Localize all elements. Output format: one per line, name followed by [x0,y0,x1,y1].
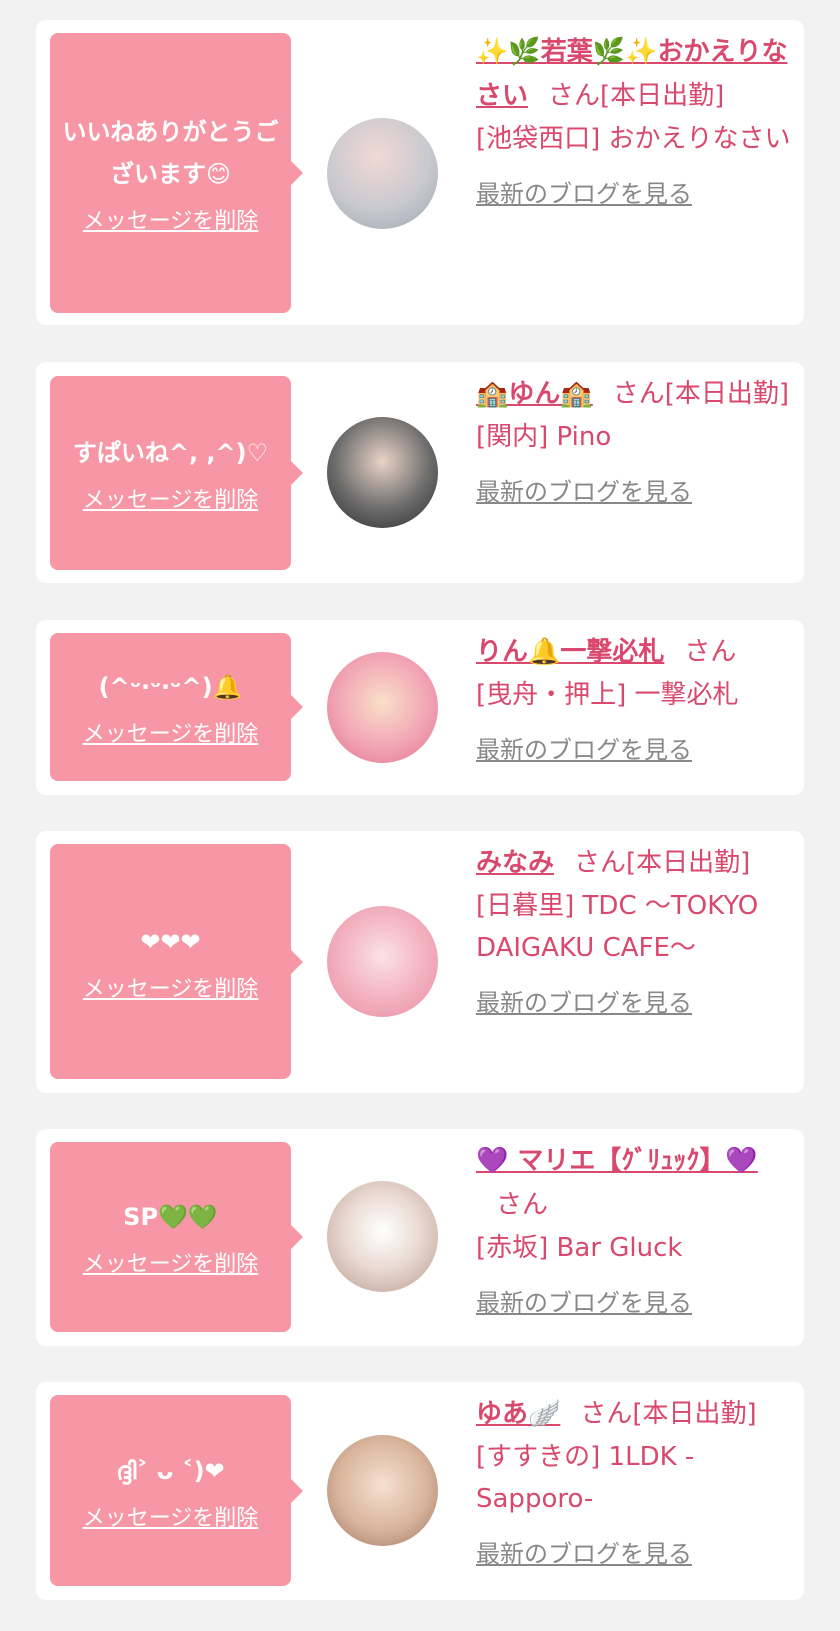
message-bubble: ❤❤❤ メッセージを削除 [50,844,303,1079]
shop-name: [池袋西口] おかえりなさい [476,124,791,154]
delete-message-link[interactable]: メッセージを削除 [83,716,259,748]
latest-blog-link[interactable]: 最新のブログを見る [476,983,692,1018]
avatar[interactable] [327,652,438,763]
message-bubble: すぱいね^, ,^)♡ メッセージを削除 [50,376,303,570]
shop-name: [曳舟・押上] 一撃必札 [476,680,739,710]
list-item: いいねありがとうございます😊 メッセージを削除 ✨🌿若葉🌿✨おかえりなさい さん[… [36,20,804,325]
message-text: (^ᵕ‧ᵕ‧ᵕ^)🔔 [98,673,243,701]
message-bubble: (^ᵕ‧ᵕ‧ᵕ^)🔔 メッセージを削除 [50,633,303,781]
message-bubble: いいねありがとうございます😊 メッセージを削除 [50,33,303,313]
list-item: ❤❤❤ メッセージを削除 みなみ さん[本日出勤] [日暮里] TDC 〜TOKY… [36,831,804,1093]
user-name-link[interactable]: 💜 マリエ【ｸﾞﾘｭｯｸ】💜 [476,1146,758,1176]
user-info: みなみ さん[本日出勤] [日暮里] TDC 〜TOKYO DAIGAKU CAF… [476,841,796,1018]
user-info: りん🔔一撃必札 さん [曳舟・押上] 一撃必札 最新のブログを見る [476,630,796,765]
name-line: みなみ さん[本日出勤] [476,841,796,885]
message-text: ❤❤❤ [140,927,201,956]
shop-name: [赤坂] Bar Gluck [476,1233,683,1263]
user-info: 🏫ゆん🏫 さん[本日出勤] [関内] Pino 最新のブログを見る [476,372,796,507]
user-name-link[interactable]: 🏫ゆん🏫 [476,379,593,409]
name-line: ゆあ🪽 さん[本日出勤] [476,1392,796,1436]
delete-message-link[interactable]: メッセージを削除 [83,1500,259,1532]
user-status: さん[本日出勤] [580,1399,757,1429]
list-item: (^ᵕ‧ᵕ‧ᵕ^)🔔 メッセージを削除 りん🔔一撃必札 さん [曳舟・押上] 一撃… [36,620,804,795]
name-line: りん🔔一撃必札 さん [476,630,796,674]
list-item: すぱいね^, ,^)♡ メッセージを削除 🏫ゆん🏫 さん[本日出勤] [関内] P… [36,362,804,583]
list-item: SP💚💚 メッセージを削除 💜 マリエ【ｸﾞﾘｭｯｸ】💜 さん [赤坂] Bar … [36,1129,804,1346]
message-text: ദ്ദി˃ ᴗ ˂)❤ [116,1456,225,1485]
user-status: さん[本日出勤] [612,379,790,409]
latest-blog-link[interactable]: 最新のブログを見る [476,472,692,507]
delete-message-link[interactable]: メッセージを削除 [83,203,259,235]
user-info: 💜 マリエ【ｸﾞﾘｭｯｸ】💜 さん [赤坂] Bar Gluck 最新のブログを見… [476,1139,796,1318]
delete-message-link[interactable]: メッセージを削除 [83,482,259,514]
latest-blog-link[interactable]: 最新のブログを見る [476,174,692,209]
avatar[interactable] [327,1435,438,1546]
message-text: いいねありがとうございます😊 [62,118,279,188]
user-name-link[interactable]: みなみ [476,848,554,878]
delete-message-link[interactable]: メッセージを削除 [83,1246,259,1278]
user-status: さん [684,637,737,667]
user-name-link[interactable]: りん🔔一撃必札 [476,637,664,667]
message-list: いいねありがとうございます😊 メッセージを削除 ✨🌿若葉🌿✨おかえりなさい さん[… [0,0,840,1631]
user-status: さん [496,1190,549,1220]
user-status: さん[本日出勤] [548,81,725,111]
name-line: 💜 マリエ【ｸﾞﾘｭｯｸ】💜 さん [476,1139,796,1227]
message-text: SP💚💚 [123,1203,218,1231]
name-line: ✨🌿若葉🌿✨おかえりなさい さん[本日出勤] [476,30,796,118]
user-info: ゆあ🪽 さん[本日出勤] [すすきの] 1LDK -Sapporo- 最新のブログ… [476,1392,796,1569]
avatar[interactable] [327,118,438,229]
user-name-link[interactable]: ゆあ🪽 [476,1399,560,1429]
shop-name: [日暮里] TDC 〜TOKYO DAIGAKU CAFE〜 [476,891,759,963]
avatar[interactable] [327,1181,438,1292]
user-info: ✨🌿若葉🌿✨おかえりなさい さん[本日出勤] [池袋西口] おかえりなさい 最新の… [476,30,796,209]
message-bubble: ദ്ദി˃ ᴗ ˂)❤ メッセージを削除 [50,1395,303,1586]
list-item: ദ്ദി˃ ᴗ ˂)❤ メッセージを削除 ゆあ🪽 さん[本日出勤] [すすきの] … [36,1382,804,1600]
delete-message-link[interactable]: メッセージを削除 [83,971,259,1003]
user-status: さん[本日出勤] [574,848,751,878]
message-bubble: SP💚💚 メッセージを削除 [50,1142,303,1332]
message-text: すぱいね^, ,^)♡ [72,439,269,467]
name-line: 🏫ゆん🏫 さん[本日出勤] [476,372,796,416]
avatar[interactable] [327,417,438,528]
latest-blog-link[interactable]: 最新のブログを見る [476,1283,692,1318]
shop-name: [関内] Pino [476,422,612,452]
latest-blog-link[interactable]: 最新のブログを見る [476,1534,692,1569]
shop-name: [すすきの] 1LDK -Sapporo- [476,1442,695,1514]
avatar[interactable] [327,906,438,1017]
latest-blog-link[interactable]: 最新のブログを見る [476,730,692,765]
